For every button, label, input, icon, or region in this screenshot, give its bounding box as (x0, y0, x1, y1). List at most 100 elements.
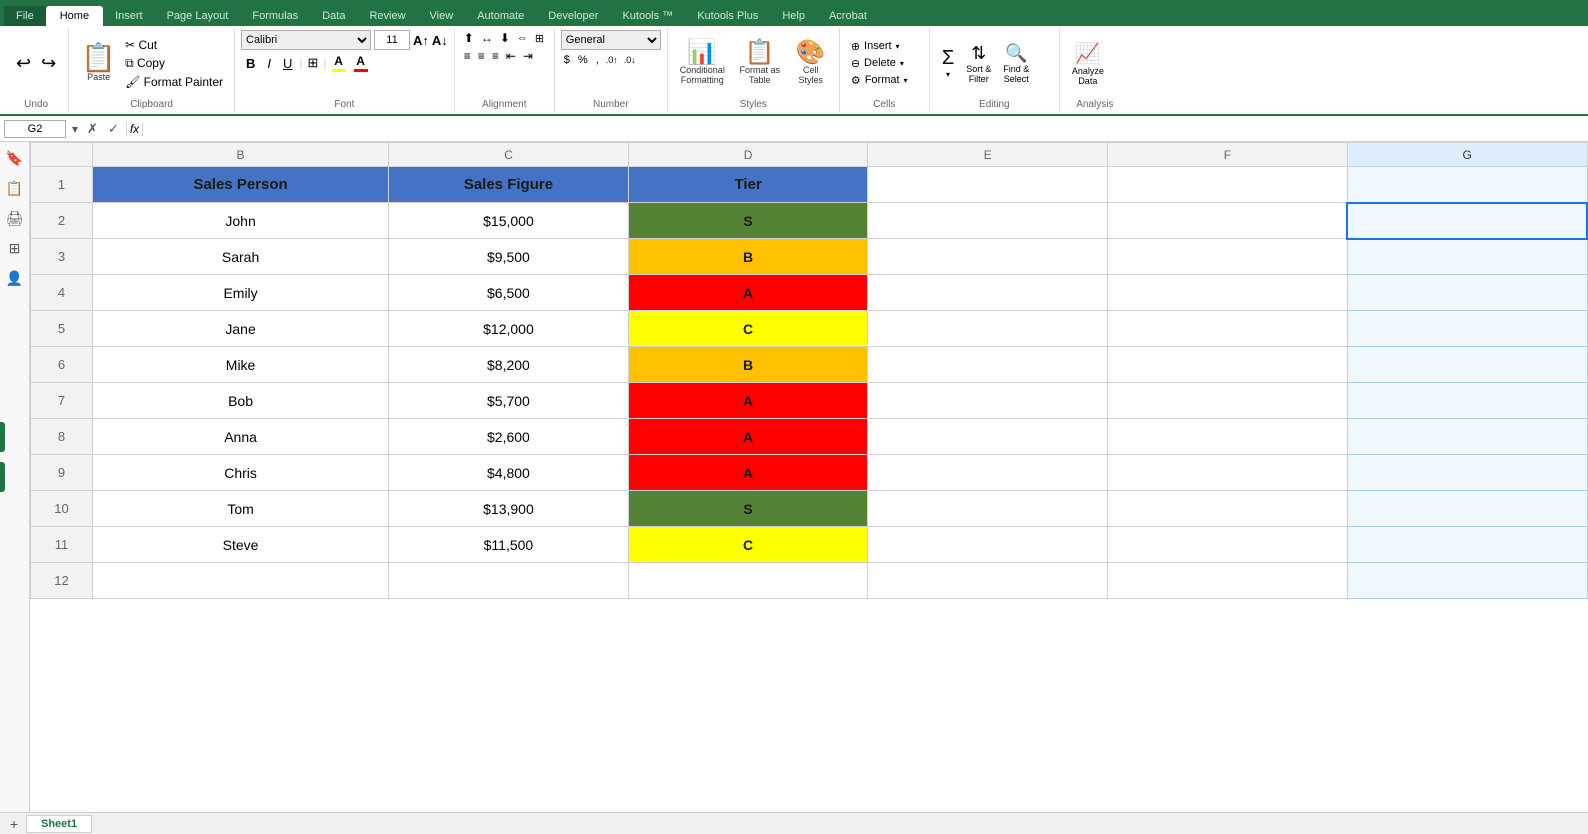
align-center-button[interactable]: ≡ (475, 48, 488, 64)
cell-e1[interactable] (868, 167, 1108, 203)
formula-bar-check-icon[interactable]: ✗ (84, 121, 101, 137)
cell-b11[interactable]: Steve (93, 527, 389, 563)
tab-developer[interactable]: Developer (536, 6, 610, 26)
cell-f3[interactable] (1108, 239, 1348, 275)
cell-e11[interactable] (868, 527, 1108, 563)
cell-reference-box[interactable] (4, 120, 66, 138)
left-panel-icon-2[interactable]: 📋 (1, 174, 29, 202)
cell-b1[interactable]: Sales Person (93, 167, 389, 203)
cell-e4[interactable] (868, 275, 1108, 311)
row-number[interactable]: 4 (31, 275, 93, 311)
cell-f1[interactable] (1108, 167, 1348, 203)
col-header-b[interactable]: B (93, 143, 389, 167)
cell-c9[interactable]: $4,800 (389, 455, 629, 491)
tab-page-layout[interactable]: Page Layout (155, 6, 241, 26)
cell-g12[interactable] (1347, 563, 1587, 599)
cell-e5[interactable] (868, 311, 1108, 347)
formula-bar-function-icon[interactable]: fx (126, 122, 143, 136)
tab-formulas[interactable]: Formulas (240, 6, 310, 26)
cell-b5[interactable]: Jane (93, 311, 389, 347)
cell-d6[interactable]: B (628, 347, 868, 383)
cut-button[interactable]: ✂ Cut (122, 37, 226, 53)
cell-b7[interactable]: Bob (93, 383, 389, 419)
cell-g11[interactable] (1347, 527, 1587, 563)
cell-g6[interactable] (1347, 347, 1587, 383)
indent-decrease-button[interactable]: ⇤ (503, 48, 519, 64)
cell-b2[interactable]: John (93, 203, 389, 239)
cell-g1[interactable] (1347, 167, 1587, 203)
analyze-data-button[interactable]: 📈 Analyze Data (1068, 39, 1108, 88)
cell-c11[interactable]: $11,500 (389, 527, 629, 563)
cell-d10[interactable]: S (628, 491, 868, 527)
redo-button[interactable]: ↪ (37, 51, 60, 76)
merge-button[interactable]: ⊞ (532, 30, 547, 46)
cell-styles-button[interactable]: 🎨 Cell Styles (791, 39, 831, 87)
tab-data[interactable]: Data (310, 6, 357, 26)
add-sheet-button[interactable]: + (4, 815, 24, 833)
row-number[interactable]: 1 (31, 167, 93, 203)
row-number[interactable]: 9 (31, 455, 93, 491)
align-bottom-button[interactable]: ⬇ (497, 30, 513, 46)
tab-automate[interactable]: Automate (465, 6, 536, 26)
cell-c4[interactable]: $6,500 (389, 275, 629, 311)
cell-e2[interactable] (868, 203, 1108, 239)
cell-d12[interactable] (628, 563, 868, 599)
cell-f6[interactable] (1108, 347, 1348, 383)
delete-cells-button[interactable]: ⊖Delete▾ (848, 56, 921, 71)
cell-b4[interactable]: Emily (93, 275, 389, 311)
cell-c10[interactable]: $13,900 (389, 491, 629, 527)
font-color-button[interactable]: A (351, 53, 371, 73)
align-top-button[interactable]: ⬆ (461, 30, 477, 46)
format-as-table-button[interactable]: 📋 Format as Table (735, 39, 785, 87)
col-header-d[interactable]: D (628, 143, 868, 167)
cell-d5[interactable]: C (628, 311, 868, 347)
cell-b8[interactable]: Anna (93, 419, 389, 455)
cell-g4[interactable] (1347, 275, 1587, 311)
dec-dec-button[interactable]: .0↓ (622, 54, 638, 66)
cell-f9[interactable] (1108, 455, 1348, 491)
tab-view[interactable]: View (418, 6, 466, 26)
left-panel-icon-5[interactable]: 👤 (1, 264, 29, 292)
tab-home[interactable]: Home (46, 6, 103, 26)
cell-b3[interactable]: Sarah (93, 239, 389, 275)
format-cells-button[interactable]: ⚙Format▾ (848, 73, 921, 88)
cell-b6[interactable]: Mike (93, 347, 389, 383)
wrap-text-button[interactable]: ⇔ (514, 30, 531, 46)
number-format-select[interactable]: General (561, 30, 661, 50)
font-name-select[interactable]: Calibri (241, 30, 371, 50)
cell-c7[interactable]: $5,700 (389, 383, 629, 419)
formula-bar-cancel-icon[interactable]: ✓ (105, 121, 122, 137)
cell-c5[interactable]: $12,000 (389, 311, 629, 347)
cell-g5[interactable] (1347, 311, 1587, 347)
cell-b10[interactable]: Tom (93, 491, 389, 527)
cell-g10[interactable] (1347, 491, 1587, 527)
cell-f8[interactable] (1108, 419, 1348, 455)
cell-e7[interactable] (868, 383, 1108, 419)
font-size-input[interactable] (374, 30, 410, 50)
border-button[interactable]: ⊞ (305, 54, 322, 72)
row-number[interactable]: 12 (31, 563, 93, 599)
col-header-c[interactable]: C (389, 143, 629, 167)
row-number[interactable]: 2 (31, 203, 93, 239)
grow-font-button[interactable]: A↑ (413, 33, 429, 48)
left-panel-icon-4[interactable]: ⊞ (1, 234, 29, 262)
tab-acrobat[interactable]: Acrobat (817, 6, 879, 26)
row-number[interactable]: 11 (31, 527, 93, 563)
col-header-f[interactable]: F (1108, 143, 1348, 167)
align-middle-button[interactable]: ↔ (478, 30, 496, 46)
undo-button[interactable]: ↩ (12, 51, 35, 76)
tab-insert[interactable]: Insert (103, 6, 155, 26)
cell-g3[interactable] (1347, 239, 1587, 275)
sort-filter-button[interactable]: ⇅ Sort & Filter (962, 41, 995, 86)
cell-e3[interactable] (868, 239, 1108, 275)
cell-c8[interactable]: $2,600 (389, 419, 629, 455)
cell-b9[interactable]: Chris (93, 455, 389, 491)
cell-d9[interactable]: A (628, 455, 868, 491)
cell-g8[interactable] (1347, 419, 1587, 455)
cell-g9[interactable] (1347, 455, 1587, 491)
col-header-g[interactable]: G (1347, 143, 1587, 167)
dec-inc-button[interactable]: .0↑ (604, 54, 620, 66)
cell-d11[interactable]: C (628, 527, 868, 563)
format-painter-button[interactable]: 🖌 Format Painter (122, 74, 226, 90)
paste-button[interactable]: 📋 Paste (77, 42, 120, 84)
